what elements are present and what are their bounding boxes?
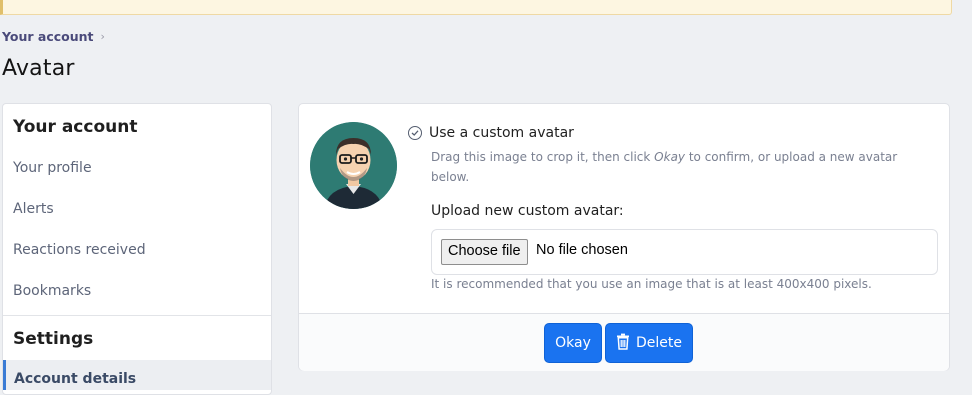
- sidebar-item-account-details[interactable]: Account details: [3, 360, 271, 390]
- notice-banner: [0, 0, 952, 15]
- custom-avatar-option[interactable]: Use a custom avatar: [408, 125, 574, 141]
- sidebar-item-reactions-received[interactable]: Reactions received: [3, 230, 271, 271]
- breadcrumb-your-account[interactable]: Your account: [2, 29, 94, 44]
- breadcrumb: Your account ›: [2, 29, 105, 44]
- avatar-illustration-icon: [310, 122, 397, 209]
- upload-label: Upload new custom avatar:: [431, 203, 624, 219]
- check-circle-icon: [408, 126, 422, 140]
- okay-button[interactable]: Okay: [544, 323, 602, 363]
- avatar-panel: Use a custom avatar Drag this image to c…: [298, 103, 950, 371]
- sidebar-heading-your-account: Your account: [13, 117, 138, 137]
- sidebar-item-your-profile[interactable]: Your profile: [3, 148, 271, 189]
- file-input[interactable]: Choose file No file chosen: [431, 229, 938, 275]
- file-status: No file chosen: [536, 242, 628, 258]
- sidebar-item-bookmarks[interactable]: Bookmarks: [3, 271, 271, 312]
- panel-footer: Okay Delete: [299, 313, 949, 371]
- delete-label: Delete: [636, 335, 682, 351]
- sidebar-item-alerts[interactable]: Alerts: [3, 189, 271, 230]
- sidebar-heading-settings: Settings: [3, 315, 271, 360]
- choose-file-button[interactable]: Choose file: [441, 239, 528, 265]
- delete-button[interactable]: Delete: [605, 323, 693, 363]
- okay-label: Okay: [555, 335, 591, 351]
- avatar-image[interactable]: [310, 122, 397, 209]
- sidebar: Your account Your profile Alerts Reactio…: [2, 103, 272, 395]
- hint-okay-emphasis: Okay: [654, 150, 686, 164]
- upload-explain: It is recommended that you use an image …: [431, 277, 872, 291]
- breadcrumb-separator-icon: ›: [100, 30, 105, 43]
- custom-avatar-hint: Drag this image to crop it, then click O…: [431, 150, 898, 184]
- custom-avatar-label: Use a custom avatar: [429, 125, 574, 141]
- trash-icon: [616, 333, 630, 354]
- page-title: Avatar: [2, 56, 75, 81]
